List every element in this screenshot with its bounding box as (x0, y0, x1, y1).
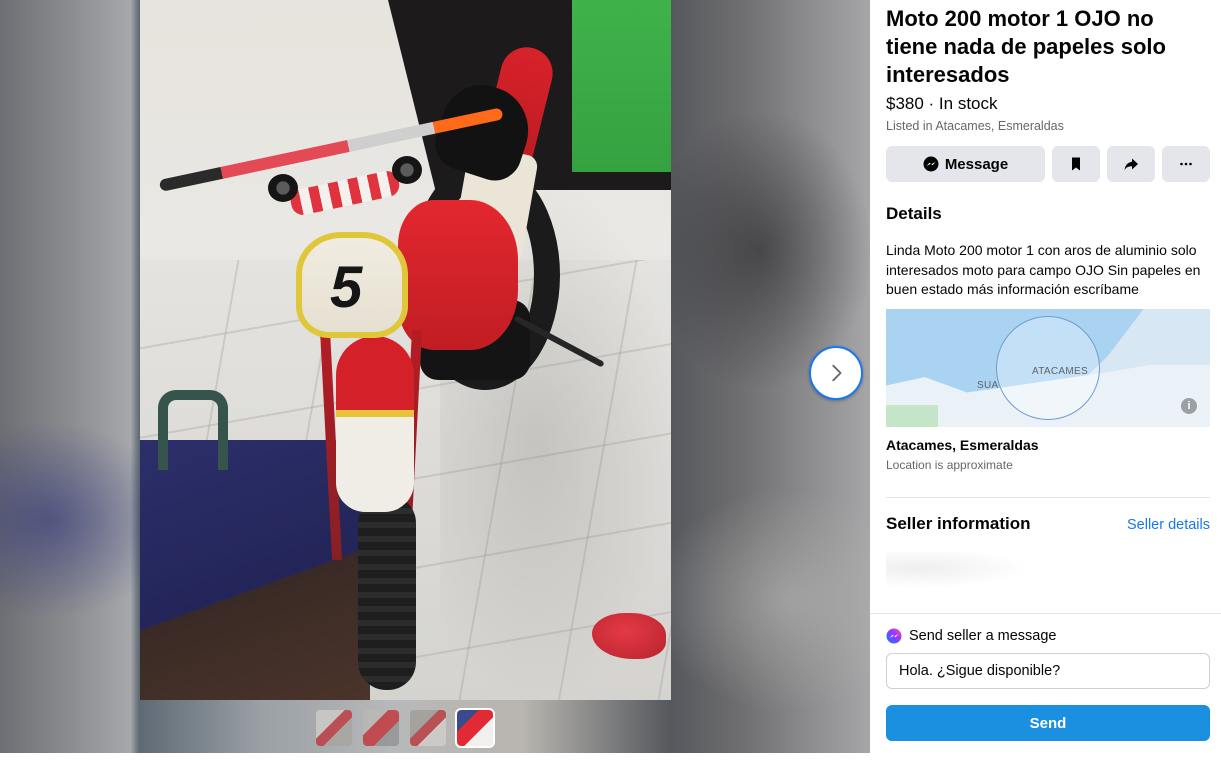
map-label-town: SUA (977, 379, 999, 391)
listing-price: $380 · In stock (886, 94, 998, 113)
location-name: Atacames, Esmeraldas (886, 436, 1039, 453)
seller-profile-placeholder (886, 551, 1046, 592)
location-map[interactable]: ATACAMES SUA i (886, 308, 1210, 427)
details-heading: Details (886, 204, 942, 223)
map-label-city: ATACAMES (1032, 365, 1088, 377)
listing-location-line: Listed in Atacames, Esmeraldas (886, 119, 1064, 133)
section-divider (886, 496, 1210, 498)
composer-heading: Send seller a message (909, 628, 1057, 644)
share-button[interactable] (1107, 146, 1155, 182)
message-label: Message (944, 155, 1009, 173)
action-bar: Message (886, 146, 1210, 182)
message-button[interactable]: Message (886, 146, 1045, 182)
details-description: Linda Moto 200 motor 1 con aros de alumi… (886, 242, 1201, 297)
seller-details-link[interactable]: Seller details (1127, 517, 1210, 533)
listing-photo: 5 (140, 0, 671, 700)
bike-front-fender (336, 336, 414, 512)
map-info-icon[interactable]: i (1181, 397, 1197, 414)
thumbnail-1[interactable] (316, 710, 352, 746)
bike-front-tire (358, 495, 416, 690)
motorcycle-image: 5 (140, 0, 671, 700)
send-button[interactable]: Send (886, 705, 1210, 741)
messenger-gradient-icon (886, 628, 902, 644)
next-photo-button[interactable] (809, 346, 863, 400)
more-button[interactable] (1162, 146, 1210, 182)
location-note: Location is approximate (886, 457, 1013, 472)
bike-tank (398, 200, 518, 350)
bike-light-right (392, 156, 422, 184)
thumbnail-4-selected[interactable] (455, 708, 495, 748)
thumbnail-strip (316, 708, 495, 748)
bike-number-plate: 5 (296, 232, 408, 338)
composer-header: Send seller a message (886, 628, 1057, 644)
plate-number: 5 (330, 255, 363, 320)
bottom-strip (0, 753, 1221, 767)
seller-heading: Seller information (886, 513, 1031, 533)
thumbnail-2[interactable] (363, 710, 399, 746)
message-composer: Send seller a message Send (870, 613, 1221, 753)
media-viewer: 5 (0, 0, 870, 753)
more-icon (1180, 162, 1192, 166)
listing-panel: Moto 200 motor 1 OJO no tiene nada de pa… (870, 0, 1221, 753)
messenger-icon (923, 156, 939, 172)
listing-details-scroll[interactable]: Moto 200 motor 1 OJO no tiene nada de pa… (886, 0, 1210, 612)
chevron-right-icon (832, 364, 842, 382)
map-green-area (886, 404, 938, 427)
bike-bar-pad (288, 168, 402, 218)
save-button[interactable] (1052, 146, 1100, 182)
thumbnail-3[interactable] (410, 710, 446, 746)
share-icon (1124, 158, 1138, 170)
bookmark-icon (1072, 157, 1080, 171)
bike-light-left (268, 174, 298, 202)
message-input[interactable] (886, 653, 1210, 689)
seller-header: Seller information Seller details (886, 514, 1210, 534)
listing-title: Moto 200 motor 1 OJO no tiene nada de pa… (886, 6, 1166, 87)
